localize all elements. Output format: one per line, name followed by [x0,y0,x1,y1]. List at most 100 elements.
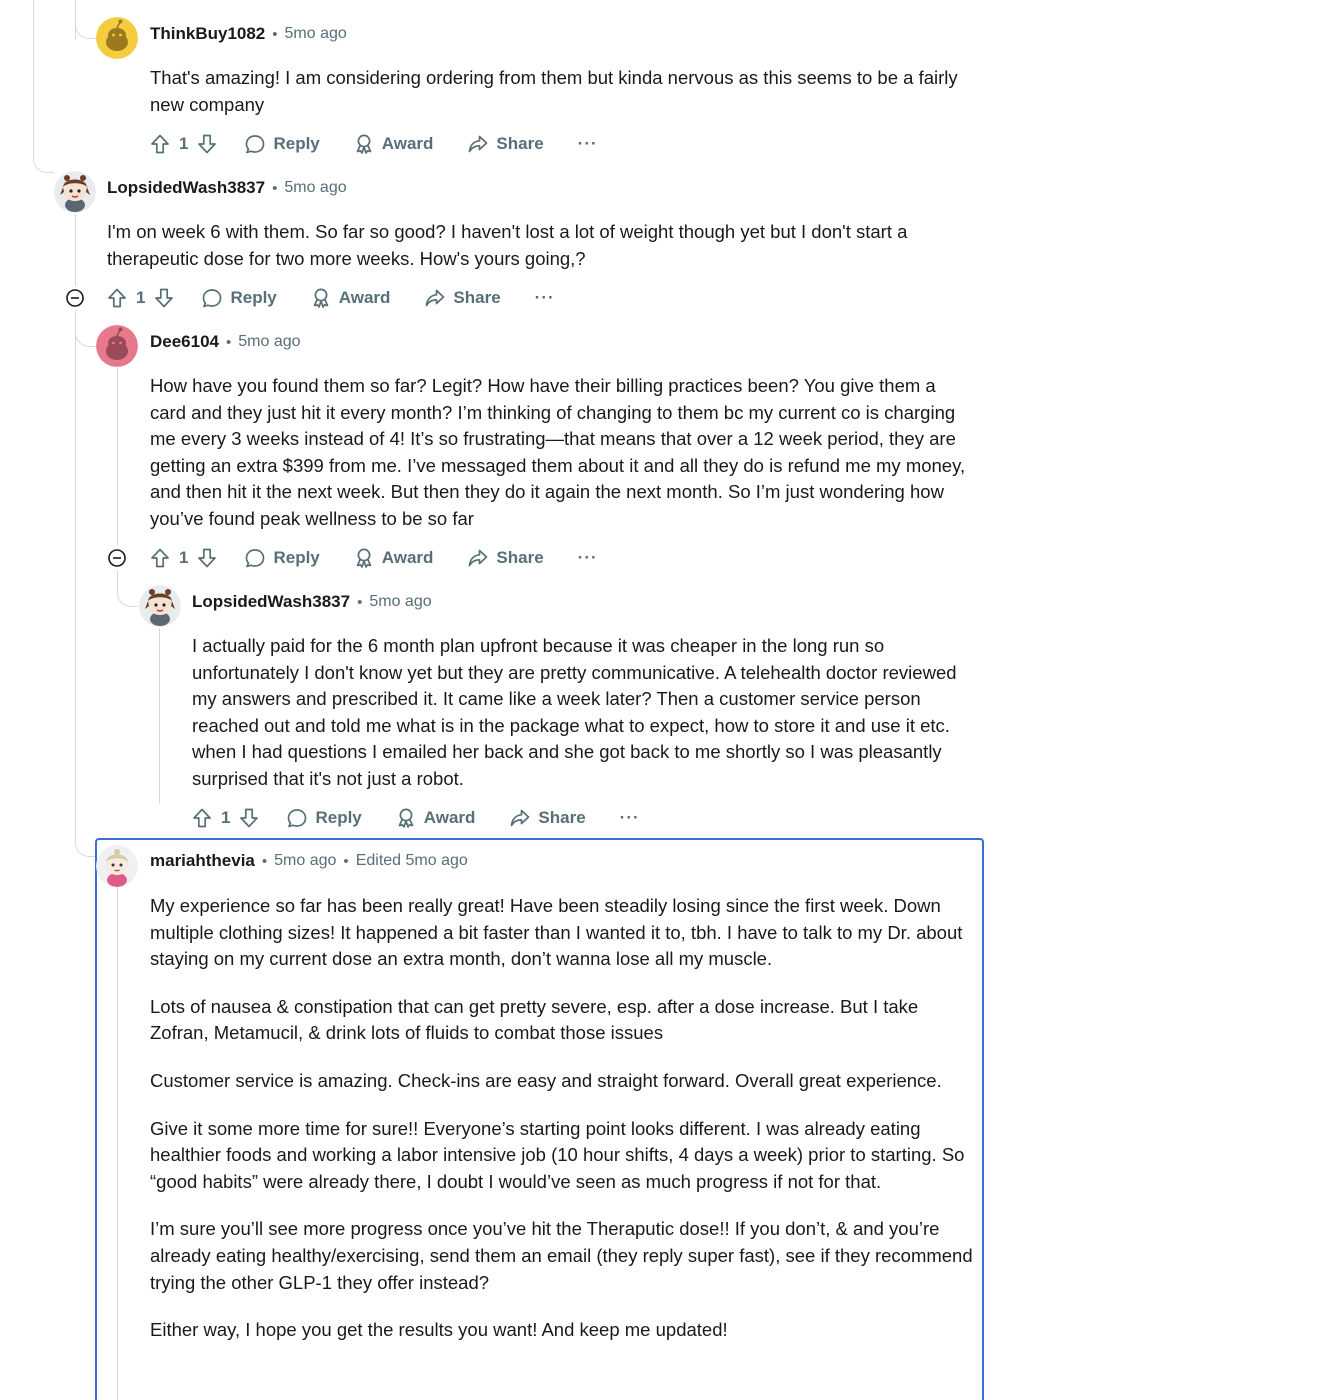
share-button[interactable]: Share [509,807,586,829]
comment-paragraph: Either way, I hope you get the results y… [150,1319,728,1341]
reply-button[interactable]: Reply [286,807,362,829]
upvote-button[interactable] [191,807,213,829]
more-options-button[interactable]: ··· [578,134,598,154]
snoo-custom-icon [96,845,138,887]
comment-paragraph: Customer service is amazing. Check-ins a… [150,1069,942,1091]
speech-bubble-icon [288,809,307,828]
downvote-button[interactable] [238,807,260,829]
comment-paragraph: My experience so far has been really gre… [150,895,963,970]
comment-paragraph: That's amazing! I am considering orderin… [150,67,958,115]
speech-bubble-icon [203,289,222,308]
snoo-custom-icon [54,171,96,213]
comment-timestamp[interactable]: 5mo ago [369,593,431,611]
share-label: Share [496,134,544,153]
meta-separator: • [272,179,278,197]
meta-separator: • [343,852,349,870]
comment-paragraph: I’m sure you’ll see more progress once y… [150,1218,973,1293]
downvote-button[interactable] [153,287,175,309]
award-button[interactable]: Award [353,547,434,569]
avatar[interactable] [96,325,138,367]
thread-curve [117,570,138,607]
thread-line-level1c [75,310,76,840]
comment-timestamp[interactable]: 5mo ago [274,852,336,870]
comment-actions: 1 Reply Award Share ··· [149,543,598,573]
reply-label: Reply [230,288,277,307]
comment-actions: 1 Reply Award Share ··· [106,283,555,313]
share-button[interactable]: Share [467,133,544,155]
share-icon [469,135,488,153]
thread-curve [75,22,96,39]
share-button[interactable]: Share [467,547,544,569]
award-label: Award [381,134,434,153]
comment-author[interactable]: Dee6104 [150,332,219,352]
award-button[interactable]: Award [310,287,390,309]
reply-button[interactable]: Reply [244,547,320,569]
reply-button[interactable]: Reply [244,133,320,155]
comment-timestamp[interactable]: 5mo ago [284,179,346,197]
comment-meta: Dee6104 • 5mo ago [150,330,301,354]
collapse-thread-button[interactable] [66,289,84,307]
comment-author[interactable]: LopsidedWash3837 [107,178,265,198]
avatar[interactable] [96,845,138,887]
share-icon [511,809,530,827]
comment-meta: ThinkBuy1082 • 5mo ago [150,22,347,46]
vote-count: 1 [179,134,189,153]
share-button[interactable]: Share [424,287,501,309]
thread-line-level1b [75,214,76,286]
upvote-icon [151,134,169,154]
comment-actions: 1 Reply Award Share ··· [149,129,598,159]
minus-circle-icon [108,549,126,567]
reply-label: Reply [273,134,320,153]
upvote-button[interactable] [106,287,128,309]
avatar[interactable] [139,585,181,627]
comment-meta: mariahthevia • 5mo ago • Edited 5mo ago [150,849,468,873]
award-label: Award [381,548,434,567]
comment-actions: 1 Reply Award Share ··· [191,803,640,833]
more-options-button[interactable]: ··· [620,808,640,828]
minus-circle-icon [66,289,84,307]
avatar[interactable] [96,17,138,59]
comment-timestamp[interactable]: 5mo ago [285,25,347,43]
comment-timestamp[interactable]: 5mo ago [238,333,300,351]
snoo-custom-icon [139,585,181,627]
award-icon [313,288,329,308]
thread-line-level1 [75,0,76,40]
share-label: Share [496,548,544,567]
reply-button[interactable]: Reply [201,287,277,309]
comment-meta: LopsidedWash3837 • 5mo ago [107,176,347,200]
comment-body: My experience so far has been really gre… [150,893,976,1344]
share-icon [469,549,488,567]
award-icon [356,134,372,154]
downvote-icon [198,134,217,154]
upvote-icon [151,548,169,568]
comment-paragraph: Lots of nausea & constipation that can g… [150,995,919,1044]
meta-separator: • [357,593,363,611]
downvote-icon [240,808,259,828]
meta-separator: • [272,25,278,43]
share-label: Share [538,808,586,827]
upvote-button[interactable] [149,547,171,569]
comment-author[interactable]: mariahthevia [150,851,255,871]
edited-label: Edited 5mo ago [355,852,468,869]
reply-label: Reply [273,548,320,567]
avatar[interactable] [54,171,96,213]
thread-line-level3 [159,628,160,804]
thread-curve [33,140,54,173]
collapse-thread-button[interactable] [108,549,126,567]
comment-author[interactable]: ThinkBuy1082 [150,24,265,44]
comment-paragraph: I'm on week 6 with them. So far so good?… [107,221,908,269]
comment-author[interactable]: LopsidedWash3837 [192,592,350,612]
more-options-button[interactable]: ··· [535,288,555,308]
upvote-button[interactable] [149,133,171,155]
upvote-icon [193,808,211,828]
downvote-button[interactable] [196,547,218,569]
downvote-icon [155,288,174,308]
thread-curve [75,324,96,347]
award-button[interactable]: Award [395,807,475,829]
comment-paragraph: I actually paid for the 6 month plan upf… [192,635,957,789]
award-button[interactable]: Award [353,133,434,155]
downvote-button[interactable] [196,133,218,155]
vote-count: 1 [179,548,189,567]
more-options-button[interactable]: ··· [578,548,598,568]
comment-body: I'm on week 6 with them. So far so good?… [107,219,972,272]
